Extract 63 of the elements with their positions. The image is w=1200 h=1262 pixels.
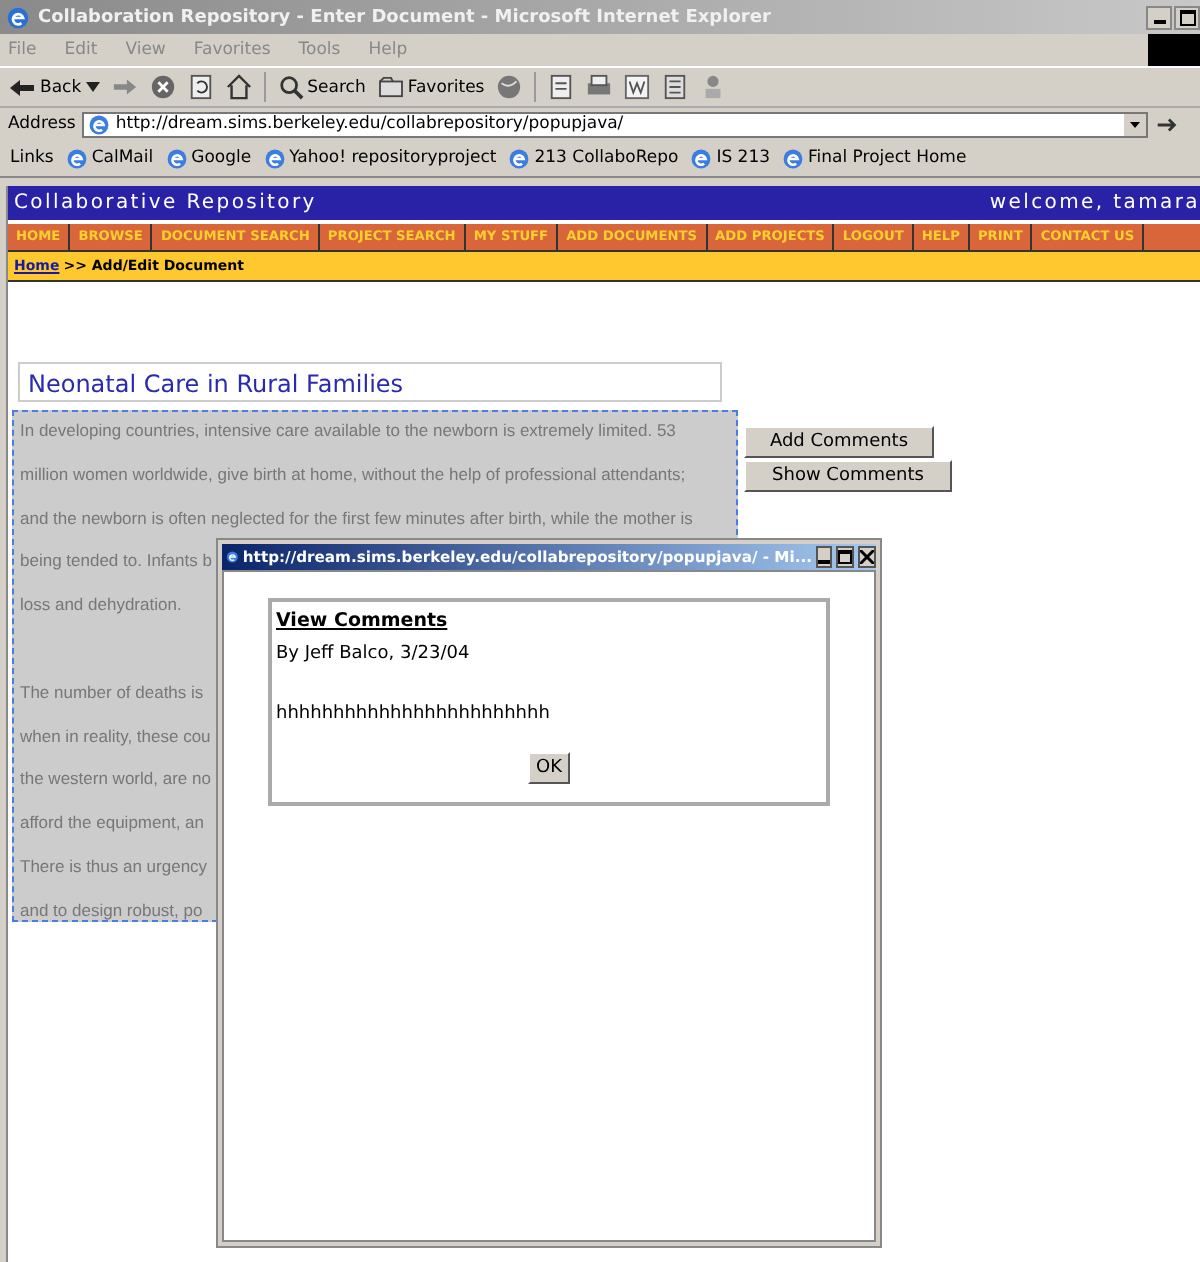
- menu-item[interactable]: Favorites: [193, 40, 271, 60]
- document-text-line: being tended to. Infants b: [20, 550, 212, 571]
- caret-icon: [85, 82, 100, 92]
- link-bookmark[interactable]: Final Project Home: [782, 147, 967, 169]
- minimize-button[interactable]: [816, 546, 832, 568]
- print-icon[interactable]: [586, 74, 613, 100]
- document-text-line: million women worldwide, give birth at home, without the help of professional attendants;: [20, 463, 686, 484]
- document-text-line: There is thus an urgency: [20, 855, 208, 876]
- link-bookmark[interactable]: CalMail: [65, 147, 154, 169]
- home-icon[interactable]: [225, 74, 252, 100]
- minimize-button[interactable]: [1146, 5, 1172, 29]
- browser-logo-icon: [6, 5, 30, 29]
- page-icon: [508, 147, 531, 169]
- window-title: Collaboration Repository - Enter Document - Microsoft Internet Explorer: [38, 7, 773, 27]
- document-text-line: In developing countries, intensive care available to the newborn is extremely limited. 53: [20, 420, 676, 440]
- link-bookmark[interactable]: Yahoo! repositoryproject: [263, 147, 497, 169]
- notepad-icon[interactable]: [662, 74, 689, 100]
- comment-text: hhhhhhhhhhhhhhhhhhhhhhhh: [276, 704, 552, 724]
- menu-item[interactable]: File: [8, 40, 37, 60]
- favorites-button[interactable]: Favorites: [377, 76, 485, 98]
- document-text-line: and to design robust, po: [20, 899, 203, 920]
- search-icon: [277, 74, 304, 100]
- stop-icon[interactable]: [149, 74, 176, 100]
- page-icon: [65, 147, 88, 169]
- welcome-text: welcome, tamara: [989, 192, 1200, 214]
- maximize-button[interactable]: [1174, 5, 1200, 29]
- folder-icon: [377, 76, 404, 98]
- show-comments-button[interactable]: Show Comments: [744, 460, 952, 492]
- document-text-line: when in reality, these cou: [20, 725, 211, 746]
- site-title: Collaborative Repository: [14, 192, 317, 214]
- menu-item[interactable]: View: [125, 40, 166, 60]
- link-bookmark[interactable]: 213 CollaboRepo: [508, 147, 679, 169]
- document-text-line: loss and dehydration.: [20, 594, 182, 615]
- document-text-line: The number of deaths is: [20, 681, 204, 702]
- menu-item[interactable]: Edit: [64, 40, 98, 60]
- word-icon[interactable]: [624, 74, 651, 100]
- comments-heading: View Comments: [276, 610, 450, 632]
- link-bookmark[interactable]: Google: [165, 147, 252, 169]
- close-button[interactable]: [858, 546, 876, 568]
- add-comments-button[interactable]: Add Comments: [744, 426, 934, 458]
- menu-item[interactable]: Tools: [298, 40, 341, 60]
- page-icon: [165, 147, 188, 169]
- refresh-icon[interactable]: [187, 74, 214, 100]
- ok-button[interactable]: OK: [528, 752, 570, 784]
- page-icon: [87, 113, 110, 135]
- maximize-button[interactable]: [836, 546, 854, 568]
- back-arrow-icon: [8, 77, 36, 97]
- address-field[interactable]: http://dream.sims.berkeley.edu/collabrepository/popupjava/: [81, 111, 1148, 137]
- back-button[interactable]: Back: [8, 77, 100, 97]
- menu-item[interactable]: Help: [368, 40, 408, 60]
- page-icon: [782, 147, 805, 169]
- address-label: Address: [8, 114, 76, 134]
- comment-byline: By Jeff Balco, 3/23/04: [276, 644, 472, 664]
- document-text-line: the western world, are no: [20, 768, 211, 789]
- document-text-line: and the newborn is often neglected for the first few minutes after birth, while the mother is: [20, 507, 693, 528]
- link-bookmark[interactable]: IS 213: [690, 147, 771, 169]
- page-icon: [263, 147, 286, 169]
- page-icon: [690, 147, 713, 169]
- document-title-field[interactable]: Neonatal Care in Rural Families: [18, 362, 722, 402]
- document-text-line: afford the equipment, an: [20, 812, 204, 833]
- browser-logo-icon: [226, 546, 239, 568]
- search-button[interactable]: Search: [277, 74, 366, 100]
- links-label: Links: [10, 148, 54, 168]
